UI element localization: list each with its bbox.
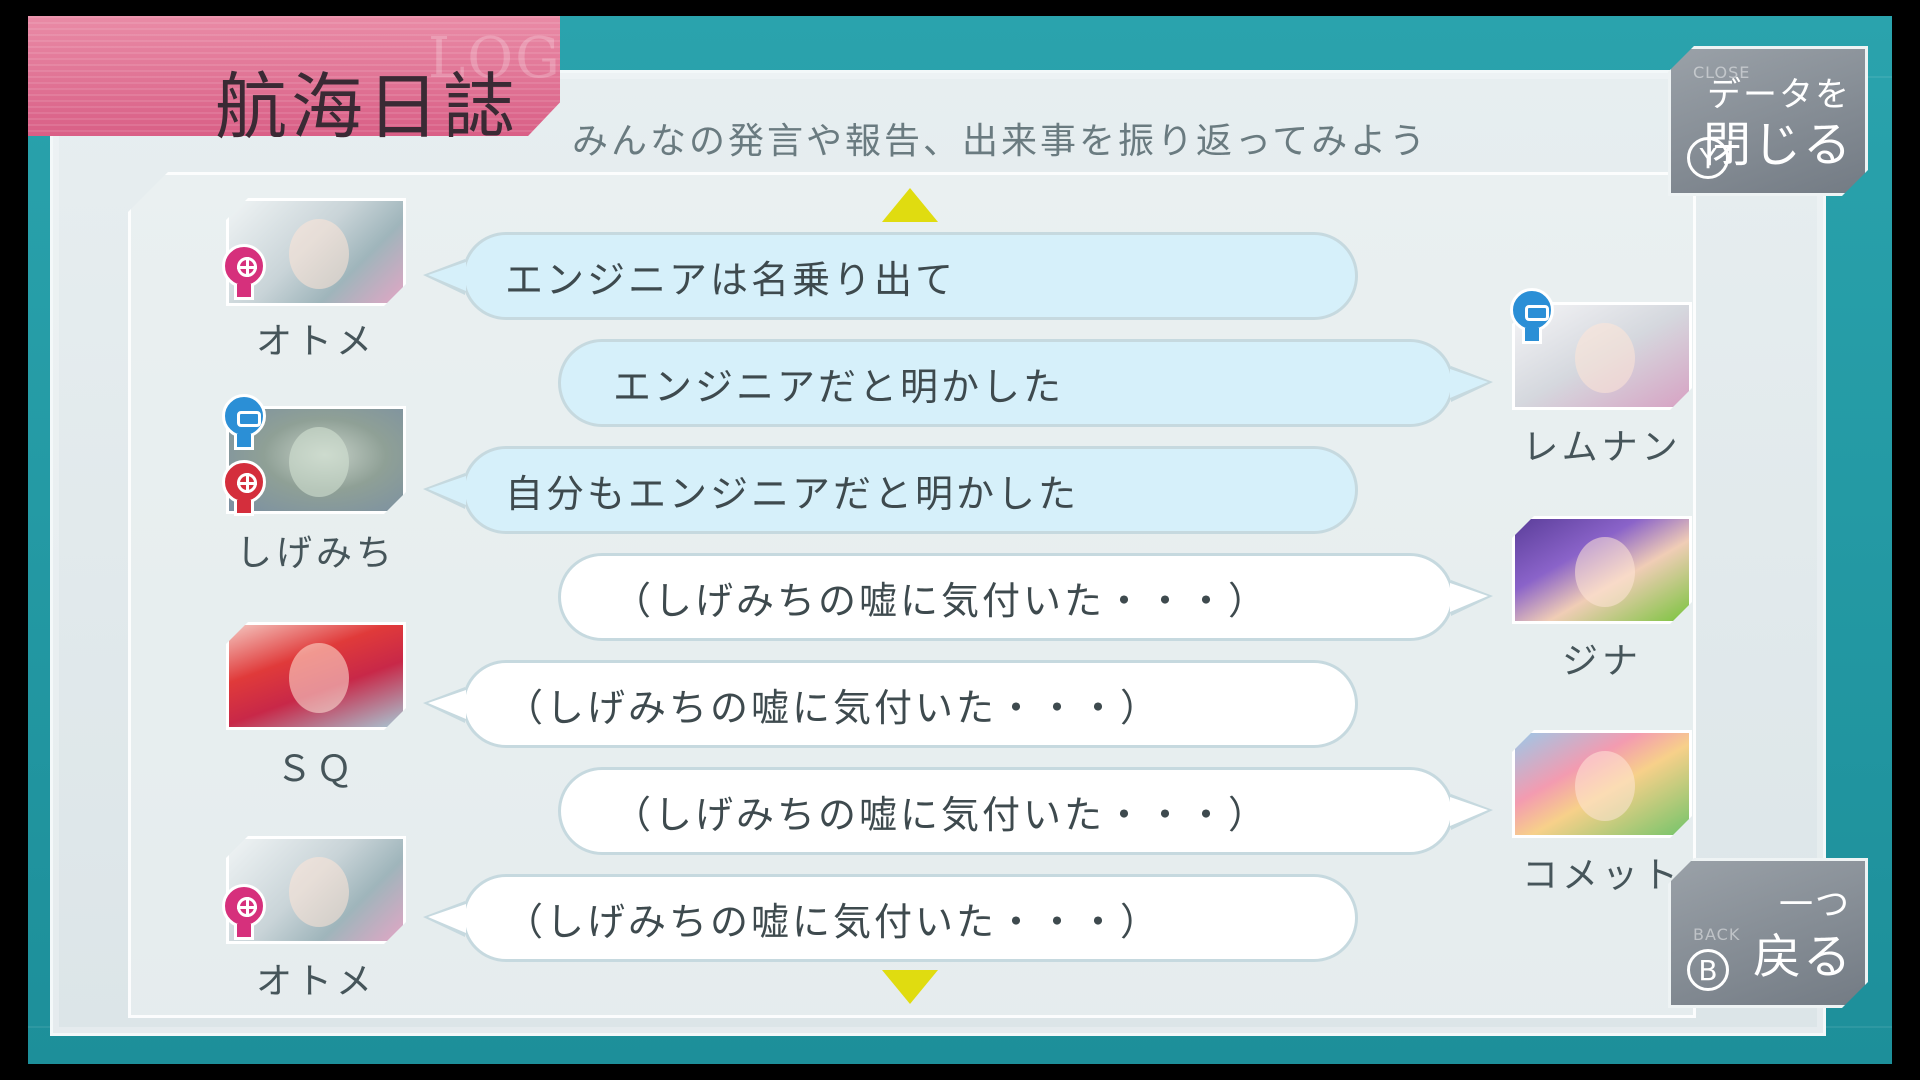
log-entry-text: エンジニアは名乗り出て [505, 257, 957, 302]
speaker-name: ＳＱ [275, 749, 356, 790]
speaker-name: レムナン [1522, 427, 1682, 468]
portrait-sq [226, 622, 406, 730]
log-entry-text: エンジニアだと明かした [613, 364, 1065, 409]
log-entry-1: エンジニアは名乗り出て [423, 232, 1358, 320]
log-entry-3: 自分もエンジニアだと明かした [423, 446, 1358, 534]
y-button-icon: Y [1687, 137, 1729, 179]
page-subtitle: みんなの発言や報告、出来事を振り返ってみよう [572, 121, 1429, 162]
close-data-button[interactable]: CLOSE データを 閉じる Y [1668, 46, 1868, 196]
scroll-down-icon[interactable] [882, 970, 938, 1004]
log-entry-4: （しげみちの嘘に気付いた・・・） [558, 553, 1493, 641]
speaker-name: オトメ [255, 961, 376, 1002]
log-entry-text: （しげみちの嘘に気付いた・・・） [505, 685, 1162, 730]
log-entry-5: （しげみちの嘘に気付いた・・・） [423, 660, 1358, 748]
scroll-up-icon[interactable] [882, 188, 938, 222]
back-label-line2: 戻る [1752, 929, 1853, 985]
speaker-name: ジナ [1561, 641, 1642, 682]
role-badge-icon [220, 460, 268, 518]
speaker-name: オトメ [255, 321, 376, 362]
role-badge-icon [220, 394, 268, 452]
log-entry-7: （しげみちの嘘に気付いた・・・） [423, 874, 1358, 962]
log-entry-6: （しげみちの嘘に気付いた・・・） [558, 767, 1493, 855]
back-hint: BACK [1693, 925, 1741, 944]
log-entry-text: （しげみちの嘘に気付いた・・・） [505, 899, 1162, 944]
role-badge-icon [220, 884, 268, 942]
log-entry-2: エンジニアだと明かした [558, 339, 1493, 427]
portrait-gina [1512, 516, 1692, 624]
speaker-name: コメット [1521, 855, 1682, 896]
role-badge-icon [1508, 288, 1556, 346]
portrait-comet [1512, 730, 1692, 838]
speaker-name: しげみち [235, 533, 396, 574]
b-button-icon: B [1687, 949, 1729, 991]
log-entry-text: （しげみちの嘘に気付いた・・・） [613, 578, 1270, 623]
log-entry-text: 自分もエンジニアだと明かした [505, 471, 1080, 516]
log-entry-text: （しげみちの嘘に気付いた・・・） [613, 792, 1270, 837]
back-button[interactable]: BACK 一つ 戻る B [1668, 858, 1868, 1008]
role-badge-icon [220, 244, 268, 302]
page-title: 航海日誌 [215, 65, 520, 149]
